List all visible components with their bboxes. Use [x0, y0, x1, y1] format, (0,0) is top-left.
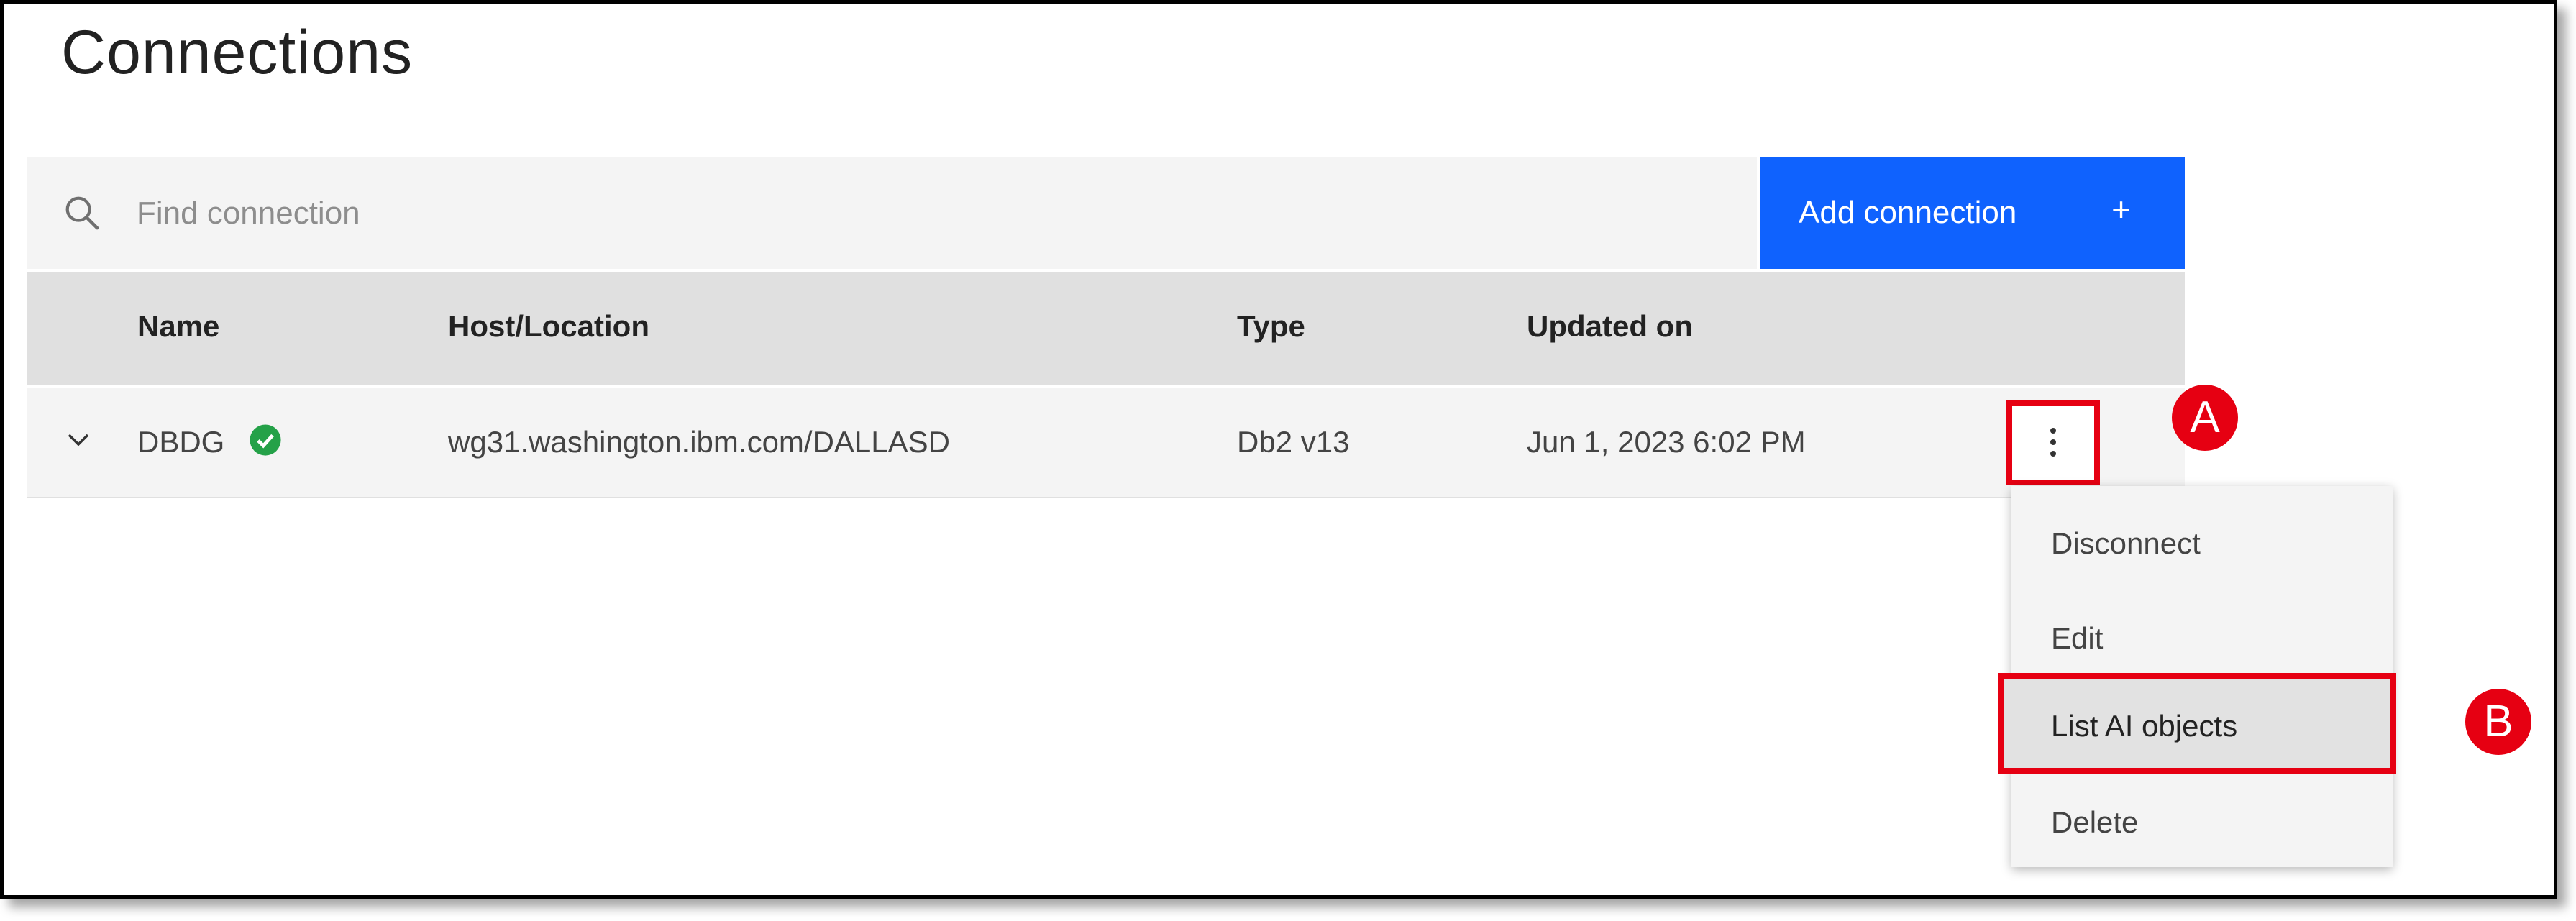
menu-item-label: Edit: [2051, 621, 2104, 655]
search-input[interactable]: [135, 182, 1504, 245]
connection-updated: Jun 1, 2023 6:02 PM: [1527, 425, 1806, 459]
search-bar: [27, 157, 1757, 269]
menu-item-label: Disconnect: [2051, 526, 2201, 560]
callout-b: B: [2465, 689, 2531, 755]
overflow-menu-icon-dot: [2050, 439, 2056, 445]
page-title: Connections: [61, 18, 414, 87]
menu-item-delete[interactable]: Delete: [2011, 772, 2393, 867]
connection-type: Db2 v13: [1237, 425, 1350, 459]
search-icon: [65, 196, 99, 230]
plus-icon: +: [2111, 191, 2131, 228]
menu-item-list-ai-objects[interactable]: List AI objects: [1998, 673, 2396, 774]
add-connection-label: Add connection: [1799, 195, 2017, 230]
menu-item-label: List AI objects: [2051, 709, 2238, 743]
overflow-menu: Disconnect Edit List AI objects Delete: [1998, 486, 2396, 867]
menu-item-disconnect[interactable]: Disconnect: [2011, 493, 2393, 588]
menu-item-edit[interactable]: Edit: [2011, 588, 2393, 683]
table-header: Name Host/Location Type Updated on: [27, 272, 2185, 385]
menu-item-label: Delete: [2051, 805, 2139, 839]
connection-host: wg31.washington.ibm.com/DALLASD: [448, 425, 951, 459]
overflow-menu-icon-dot: [2050, 451, 2056, 457]
add-connection-button[interactable]: Add connection +: [1760, 157, 2185, 269]
column-header-updated[interactable]: Updated on: [1527, 309, 1693, 344]
column-header-type[interactable]: Type: [1237, 309, 1305, 344]
overflow-menu-icon: [2050, 428, 2056, 434]
table-row[interactable]: DBDG wg31.washington.ibm.com/DALLASD Db2…: [27, 388, 2185, 498]
column-header-host[interactable]: Host/Location: [448, 309, 649, 344]
chevron-down-icon[interactable]: [67, 432, 90, 448]
connection-name: DBDG: [137, 425, 225, 459]
checkmark-circle-icon: [250, 424, 281, 456]
overflow-menu-button[interactable]: [2006, 400, 2100, 485]
column-header-name[interactable]: Name: [137, 309, 219, 344]
callout-a: A: [2172, 385, 2238, 451]
